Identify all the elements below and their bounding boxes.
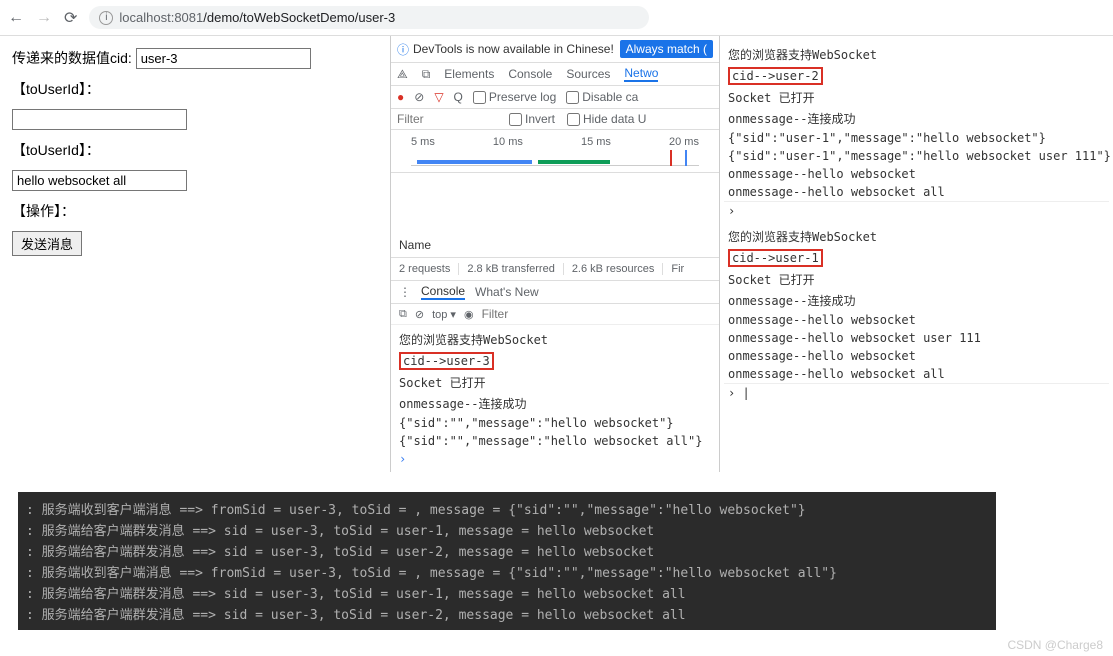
tick: 5 ms (411, 136, 435, 148)
console-line: onmessage--连接成功 (724, 290, 1109, 311)
log-line: : 服务端给客户端群发消息 ==> sid = user-3, toSid = … (26, 582, 988, 603)
console-line: {"sid":"","message":"hello websocket all… (399, 432, 711, 450)
requests-count: 2 requests (399, 263, 459, 275)
tab-console[interactable]: Console (508, 67, 552, 81)
finish-time: Fir (671, 263, 692, 275)
tab-sources[interactable]: Sources (566, 67, 610, 81)
info-icon[interactable]: i (99, 11, 113, 25)
search-icon[interactable]: Q (454, 90, 463, 104)
console-line: {"sid":"user-1","message":"hello websock… (724, 147, 1109, 165)
devtools-banner: ⓘ DevTools is now available in Chinese! … (391, 36, 719, 63)
console-line: onmessage--hello websocket user 111 (724, 329, 1109, 347)
console-line: 您的浏览器支持WebSocket (399, 329, 711, 350)
console-prompt[interactable]: › (724, 202, 1109, 220)
console-toolbar: ⧉ ⊘ top ▾ ◉ (391, 304, 719, 325)
server-log: : 服务端收到客户端消息 ==> fromSid = user-3, toSid… (18, 492, 996, 630)
transferred-size: 2.8 kB transferred (467, 263, 563, 275)
console-line: Socket 已打开 (724, 269, 1109, 290)
console-line: Socket 已打开 (724, 87, 1109, 108)
browser-toolbar: ← → ⟳ i localhost:8081/demo/toWebSocketD… (0, 0, 1113, 36)
invert-checkbox[interactable]: Invert (509, 112, 555, 126)
console-line: onmessage--hello websocket (724, 165, 1109, 183)
devtools-panel: ⓘ DevTools is now available in Chinese! … (390, 36, 720, 472)
console-line: {"sid":"","message":"hello websocket"} (399, 414, 711, 432)
console-line: cid-->user-2 (724, 65, 1109, 87)
tab-elements[interactable]: Elements (444, 67, 494, 81)
tick: 10 ms (493, 136, 523, 148)
network-status-bar: 2 requests 2.8 kB transferred 2.6 kB res… (391, 258, 719, 281)
preserve-log-checkbox[interactable]: Preserve log (473, 90, 556, 104)
always-match-button[interactable]: Always match ( (620, 40, 713, 58)
tick: 15 ms (581, 136, 611, 148)
clear-console-icon[interactable]: ⊘ (415, 308, 424, 321)
console-line: 您的浏览器支持WebSocket (724, 226, 1109, 247)
drawer-menu-icon[interactable]: ⋮ (399, 285, 411, 299)
send-button[interactable]: 发送消息 (12, 231, 82, 256)
cid-label: 传递来的数据值cid: (12, 50, 132, 66)
info-icon: ⓘ (397, 41, 409, 58)
log-line: : 服务端给客户端群发消息 ==> sid = user-3, toSid = … (26, 519, 988, 540)
ops-label: 【操作】： (12, 201, 378, 221)
touser-input-1[interactable] (12, 109, 187, 130)
console-line: onmessage--hello websocket (724, 347, 1109, 365)
url-text: localhost:8081/demo/toWebSocketDemo/user… (119, 10, 395, 25)
touser-label-2: 【toUserId】： (12, 140, 378, 160)
network-timeline[interactable]: 5 ms 10 ms 15 ms 20 ms (391, 130, 719, 173)
resources-size: 2.6 kB resources (572, 263, 664, 275)
log-line: : 服务端给客户端群发消息 ==> sid = user-3, toSid = … (26, 603, 988, 624)
watermark: CSDN @Charge8 (1007, 638, 1103, 652)
console-prompt-icon[interactable]: ⧉ (399, 308, 407, 321)
hide-data-checkbox[interactable]: Hide data U (567, 112, 646, 126)
console-line: onmessage--hello websocket all (724, 183, 1109, 202)
touser-input-2[interactable] (12, 170, 187, 191)
log-line: : 服务端收到客户端消息 ==> fromSid = user-3, toSid… (26, 561, 988, 582)
filter-icon[interactable]: ▽ (434, 90, 443, 104)
url-bar[interactable]: i localhost:8081/demo/toWebSocketDemo/us… (89, 6, 649, 29)
console-line: 您的浏览器支持WebSocket (724, 44, 1109, 65)
tab-network[interactable]: Netwo (624, 66, 658, 82)
drawer-tabs: ⋮ Console What's New (391, 281, 719, 304)
forward-icon[interactable]: → (36, 9, 52, 27)
record-icon[interactable]: ● (397, 90, 404, 104)
console-line: onmessage--hello websocket all (724, 365, 1109, 384)
drawer-tab-console[interactable]: Console (421, 284, 465, 300)
console-filter-input[interactable] (482, 307, 582, 321)
inspect-icon[interactable]: ⟁ (397, 67, 408, 82)
console-line: {"sid":"user-1","message":"hello websock… (724, 129, 1109, 147)
network-toolbar: ● ⊘ ▽ Q Preserve log Disable ca (391, 86, 719, 109)
console-block-user2: 您的浏览器支持WebSocket cid-->user-2 Socket 已打开… (724, 44, 1109, 220)
cid-input[interactable] (136, 48, 311, 69)
console-line: onmessage--连接成功 (399, 393, 711, 414)
console-output: 您的浏览器支持WebSocket cid-->user-3 Socket 已打开… (391, 325, 719, 472)
back-icon[interactable]: ← (8, 9, 24, 27)
console-line: onmessage--hello websocket (724, 311, 1109, 329)
touser-label-1: 【toUserId】： (12, 79, 378, 99)
log-line: : 服务端给客户端群发消息 ==> sid = user-3, toSid = … (26, 540, 988, 561)
context-selector[interactable]: top ▾ (432, 308, 456, 321)
console-line: onmessage--连接成功 (724, 108, 1109, 129)
reload-icon[interactable]: ⟳ (64, 8, 77, 28)
device-icon[interactable]: ⧉ (422, 67, 431, 82)
log-line: : 服务端收到客户端消息 ==> fromSid = user-3, toSid… (26, 498, 988, 519)
console-line: Socket 已打开 (399, 372, 711, 393)
devtools-tabs: ⟁ ⧉ Elements Console Sources Netwo (391, 63, 719, 86)
filter-input[interactable] (397, 112, 497, 126)
eye-icon[interactable]: ◉ (464, 308, 474, 321)
right-consoles: 您的浏览器支持WebSocket cid-->user-2 Socket 已打开… (720, 36, 1113, 472)
console-line: cid-->user-1 (724, 247, 1109, 269)
page-content: 传递来的数据值cid: 【toUserId】： 【toUserId】： 【操作】… (0, 36, 390, 472)
console-line: cid-->user-3 (399, 350, 711, 372)
name-column-header[interactable]: Name (391, 233, 719, 258)
disable-cache-checkbox[interactable]: Disable ca (566, 90, 638, 104)
console-prompt[interactable]: › (399, 450, 711, 468)
banner-text: DevTools is now available in Chinese! (413, 42, 616, 56)
drawer-tab-whatsnew[interactable]: What's New (475, 285, 539, 299)
tick: 20 ms (669, 136, 699, 148)
clear-icon[interactable]: ⊘ (414, 90, 424, 104)
console-prompt[interactable]: › | (724, 384, 1109, 402)
console-block-user1: 您的浏览器支持WebSocket cid-->user-1 Socket 已打开… (724, 226, 1109, 402)
network-filter-row: Invert Hide data U (391, 109, 719, 130)
